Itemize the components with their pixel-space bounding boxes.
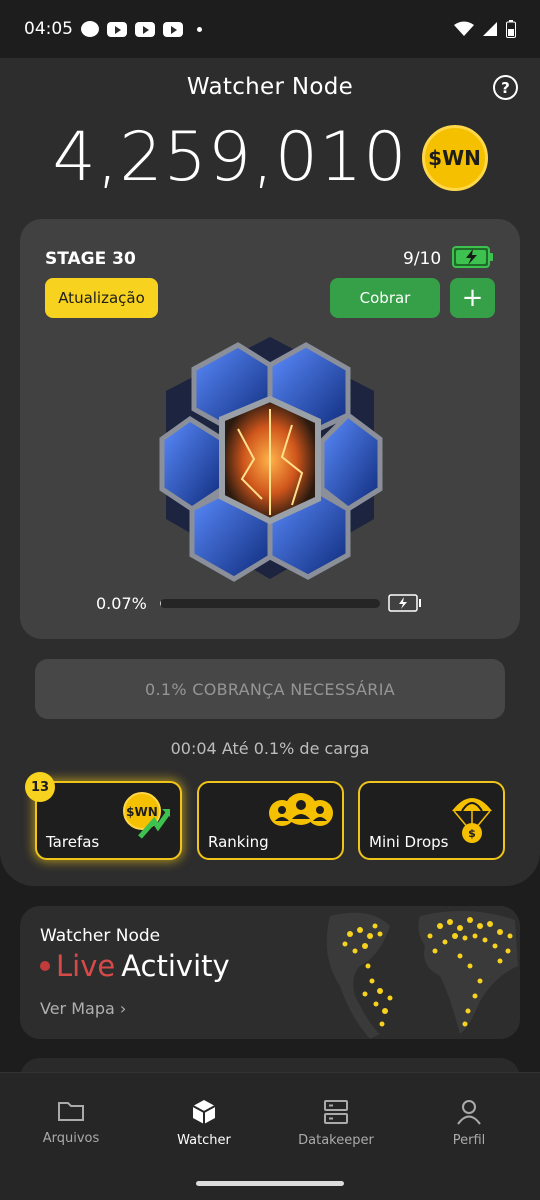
live-word: Live xyxy=(56,949,116,983)
live-indicator-icon xyxy=(40,961,50,971)
stage-label: STAGE 30 xyxy=(45,249,136,269)
cellular-signal-icon xyxy=(483,22,497,36)
parachute-coin-icon: $ xyxy=(452,798,492,843)
tasks-count-badge: 13 xyxy=(25,772,55,802)
mini-drops-button[interactable]: $ Mini Drops xyxy=(358,781,505,860)
balance-row: 4,259,010 $WN xyxy=(0,118,540,197)
wifi-icon xyxy=(454,21,474,36)
nav-item-label: Perfil xyxy=(452,1133,486,1148)
battery-charging-icon xyxy=(452,246,493,268)
nav-item-label: Watcher xyxy=(177,1133,231,1148)
add-button[interactable]: + xyxy=(450,278,495,318)
nav-item-datakeeper[interactable]: Datakeeper xyxy=(281,1099,391,1148)
user-icon xyxy=(457,1100,481,1125)
tasks-button[interactable]: $WN Tarefas xyxy=(35,781,182,860)
tasks-label: Tarefas xyxy=(46,833,100,851)
charge-timer: 00:04 Até 0.1% de carga xyxy=(170,739,370,758)
chevron-right-icon: › xyxy=(119,999,127,1018)
users-group-icon xyxy=(269,793,333,826)
stage-count: 9/10 xyxy=(403,249,442,269)
charge-required-button[interactable]: 0.1% COBRANÇA NECESSÁRIA xyxy=(35,659,505,719)
more-notifications-icon xyxy=(197,26,202,32)
youtube-notification-icon xyxy=(135,21,155,37)
home-indicator[interactable] xyxy=(196,1181,344,1186)
live-activity-heading: Live Activity xyxy=(40,949,230,983)
youtube-notification-icon xyxy=(107,21,127,37)
page-title: Watcher Node xyxy=(186,74,354,100)
wn-coin-icon: $WN xyxy=(421,124,488,191)
activity-word: Activity xyxy=(121,949,230,983)
watcher-node-cube-image xyxy=(159,337,383,582)
battery-status-icon xyxy=(506,20,516,38)
collect-button[interactable]: Cobrar xyxy=(330,278,440,318)
nav-item-files[interactable]: Arquivos xyxy=(16,1099,126,1146)
view-map-label: Ver Mapa xyxy=(40,999,115,1018)
nav-item-label: Arquivos xyxy=(42,1131,100,1146)
ranking-label: Ranking xyxy=(208,833,269,851)
live-card-title: Watcher Node xyxy=(40,926,161,946)
progress-bar xyxy=(160,599,380,608)
view-map-link[interactable]: Ver Mapa › xyxy=(40,999,126,1018)
coin-label: $WN xyxy=(126,805,158,819)
update-button[interactable]: Atualização xyxy=(45,278,158,318)
progress-percent: 0.07% xyxy=(96,594,147,613)
server-icon xyxy=(324,1100,348,1124)
balance-amount: 4,259,010 xyxy=(52,118,408,197)
nav-item-watcher[interactable]: Watcher xyxy=(149,1099,259,1148)
help-button[interactable]: ? xyxy=(493,75,518,100)
mini-drops-label: Mini Drops xyxy=(369,833,449,851)
coin-label: $ xyxy=(468,827,476,840)
ranking-button[interactable]: Ranking xyxy=(197,781,344,860)
coin-label: $WN xyxy=(428,145,481,170)
nav-item-label: Datakeeper xyxy=(298,1133,374,1148)
folder-icon xyxy=(58,1102,84,1121)
cube-icon xyxy=(192,1100,216,1124)
status-time: 04:05 xyxy=(24,19,73,39)
world-activity-map xyxy=(310,906,520,1039)
status-bar: 04:05 xyxy=(0,0,540,58)
youtube-notification-icon xyxy=(163,21,183,37)
stage-card: STAGE 30 9/10 Atualização Cobrar + 0.07% xyxy=(20,219,520,639)
battery-charge-icon xyxy=(388,594,421,612)
wn-coin-growth-icon: $WN xyxy=(123,792,171,839)
nav-item-profile[interactable]: Perfil xyxy=(414,1099,524,1148)
live-activity-card[interactable]: Watcher Node Live Activity Ver Mapa › xyxy=(20,906,520,1039)
question-circle-icon: ? xyxy=(501,78,510,97)
chat-notification-icon xyxy=(81,21,99,37)
